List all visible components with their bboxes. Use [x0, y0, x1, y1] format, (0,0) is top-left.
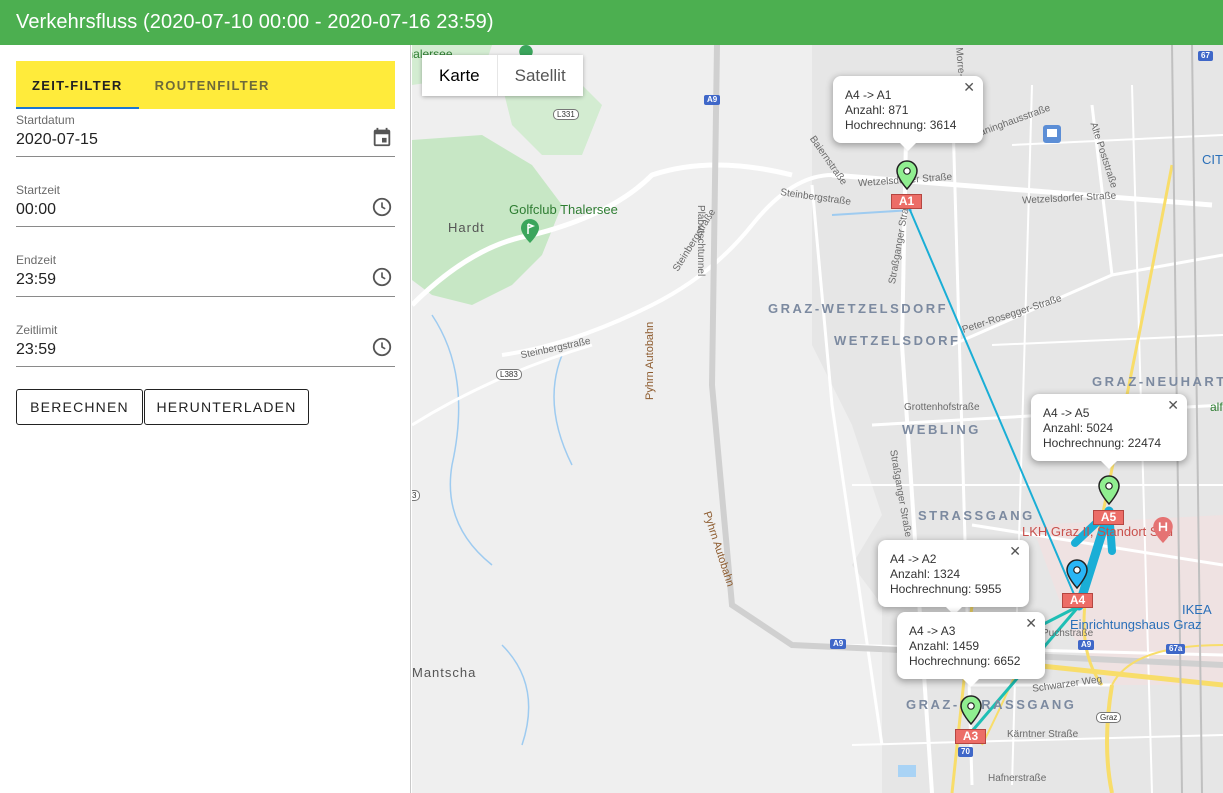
- popup-count: Anzahl: 1324: [890, 567, 961, 581]
- map-view[interactable]: GRAZ-WETZELSDORF WETZELSDORF GRAZ-NEUHAR…: [412, 45, 1223, 793]
- info-popup-a2: ✕ A4 -> A2 Anzahl: 1324 Hochrechnung: 59…: [878, 540, 1029, 615]
- transit-icon: [1043, 125, 1061, 143]
- marker-pin-a5[interactable]: [1098, 475, 1120, 505]
- page-title: Verkehrsfluss (2020-07-10 00:00 - 2020-0…: [16, 11, 494, 33]
- golf-icon: [521, 219, 539, 243]
- popup-count: Anzahl: 871: [845, 103, 909, 117]
- marker-pin-a4[interactable]: [1066, 559, 1088, 589]
- label-puchstrasse: Puchstraße: [1042, 628, 1094, 639]
- map-type-control: Karte Satellit: [422, 55, 583, 96]
- info-popup-a5: ✕ A4 -> A5 Anzahl: 5024 Hochrechnung: 22…: [1031, 394, 1187, 469]
- end-time-input[interactable]: [16, 271, 346, 289]
- label-mantscha: Mantscha: [412, 665, 477, 680]
- popup-route: A4 -> A2: [890, 552, 937, 566]
- shield-l331: L331: [553, 109, 579, 120]
- label-graz-neuhart: GRAZ-NEUHART: [1092, 374, 1223, 389]
- label-wetzelsdorf: WETZELSDORF: [834, 333, 961, 348]
- end-time-label: Endzeit: [16, 253, 57, 267]
- label-lkh: LKH Graz II, Standort Süd: [1022, 524, 1174, 539]
- start-time-field[interactable]: Startzeit: [16, 183, 395, 227]
- shield-67a: 67a: [1166, 644, 1186, 654]
- clock-icon[interactable]: [371, 196, 393, 218]
- start-date-input[interactable]: [16, 131, 346, 149]
- popup-projection: Hochrechnung: 5955: [890, 582, 1002, 596]
- marker-pin-a3[interactable]: [960, 695, 982, 725]
- marker-label-a3[interactable]: A3: [955, 729, 986, 744]
- time-limit-input[interactable]: [16, 341, 346, 359]
- label-golfclub: Golfclub Thalersee: [509, 202, 618, 217]
- info-popup-a1: ✕ A4 -> A1 Anzahl: 871 Hochrechnung: 361…: [833, 76, 983, 151]
- label-hafnerstrasse: Hafnerstraße: [988, 773, 1047, 784]
- shield-a9: A9: [830, 639, 847, 649]
- tab-time-filter[interactable]: ZEIT-FILTER: [16, 61, 139, 109]
- label-ikea: IKEA: [1182, 602, 1212, 617]
- popup-projection: Hochrechnung: 6652: [909, 654, 1021, 668]
- time-limit-label: Zeitlimit: [16, 323, 58, 337]
- label-webling: WEBLING: [902, 422, 981, 437]
- info-popup-a3: ✕ A4 -> A3 Anzahl: 1459 Hochrechnung: 66…: [897, 612, 1045, 687]
- download-button[interactable]: HERUNTERLADEN: [144, 389, 309, 425]
- shield-l383: L383: [496, 369, 522, 380]
- close-icon[interactable]: ✕: [1167, 398, 1179, 412]
- close-icon[interactable]: ✕: [1009, 544, 1021, 558]
- tab-route-filter[interactable]: ROUTENFILTER: [139, 61, 286, 109]
- label-kaerntner: Kärntner Straße: [1007, 729, 1079, 740]
- start-date-field[interactable]: Startdatum: [16, 113, 395, 157]
- shield-a9: A9: [704, 95, 721, 105]
- start-time-label: Startzeit: [16, 183, 61, 197]
- shield-graz: Graz: [1096, 712, 1122, 723]
- marker-pin-a1[interactable]: [896, 160, 918, 190]
- popup-count: Anzahl: 5024: [1043, 421, 1114, 435]
- label-hardt: Hardt: [448, 220, 485, 235]
- clock-icon[interactable]: [371, 336, 393, 358]
- label-graz-wetzelsdorf: GRAZ-WETZELSDORF: [768, 301, 949, 316]
- filter-panel: ZEIT-FILTER ROUTENFILTER Startdatum Star…: [0, 45, 411, 793]
- label-graz-strassgang: GRAZ-STRASSGANG: [906, 697, 1077, 712]
- popup-count: Anzahl: 1459: [909, 639, 980, 653]
- start-time-input[interactable]: [16, 201, 346, 219]
- popup-route: A4 -> A1: [845, 88, 892, 102]
- calculate-button[interactable]: BERECHNEN: [16, 389, 143, 425]
- shield-a9: A9: [1078, 640, 1095, 650]
- popup-projection: Hochrechnung: 22474: [1043, 436, 1162, 450]
- marker-label-a4[interactable]: A4: [1062, 593, 1093, 608]
- close-icon[interactable]: ✕: [1025, 616, 1037, 630]
- marker-label-a5[interactable]: A5: [1093, 510, 1124, 525]
- map-type-map-button[interactable]: Karte: [422, 55, 498, 96]
- label-grottenhof: Grottenhofstraße: [904, 402, 980, 413]
- shield-70: 70: [958, 747, 973, 757]
- close-icon[interactable]: ✕: [963, 80, 975, 94]
- label-strassgang: STRASSGANG: [918, 508, 1035, 523]
- popup-route: A4 -> A5: [1043, 406, 1090, 420]
- popup-route: A4 -> A3: [909, 624, 956, 638]
- start-date-label: Startdatum: [16, 113, 75, 127]
- marker-label-a1[interactable]: A1: [891, 194, 922, 209]
- popup-projection: Hochrechnung: 3614: [845, 118, 957, 132]
- label-pyhrn-1: Pyhrn Autobahn: [644, 321, 656, 400]
- shield-67: 67: [1198, 51, 1213, 61]
- label-alfried: alfried: [1210, 400, 1223, 414]
- map-type-satellite-button[interactable]: Satellit: [497, 55, 583, 96]
- filter-tabs: ZEIT-FILTER ROUTENFILTER: [16, 61, 395, 109]
- calendar-icon[interactable]: [371, 126, 393, 148]
- clock-icon[interactable]: [371, 266, 393, 288]
- label-city: CITY: [1202, 152, 1223, 167]
- hospital-icon: [1153, 517, 1173, 543]
- app-header: Verkehrsfluss (2020-07-10 00:00 - 2020-0…: [0, 0, 1223, 45]
- end-time-field[interactable]: Endzeit: [16, 253, 395, 297]
- time-limit-field[interactable]: Zeitlimit: [16, 323, 395, 367]
